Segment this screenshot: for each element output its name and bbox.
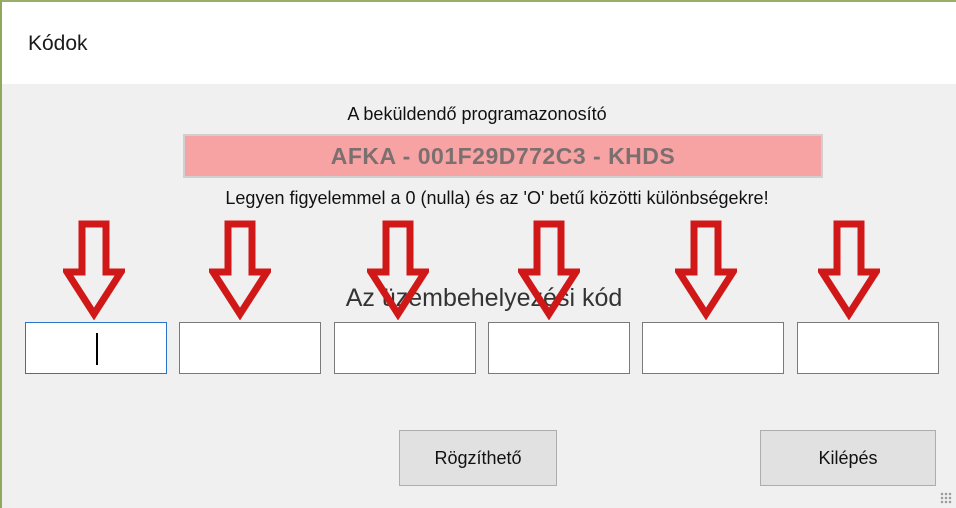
code-field-5[interactable] <box>642 322 784 374</box>
arrow-down-icon <box>818 220 880 320</box>
save-button[interactable]: Rögzíthető <box>399 430 557 486</box>
arrow-down-icon <box>675 220 737 320</box>
program-id-display: AFKA - 001F29D772C3 - KHDS <box>183 134 823 178</box>
window-title: Kódok <box>28 32 88 55</box>
text-caret <box>96 333 98 365</box>
program-id-heading: A beküldendő programazonosító <box>347 104 607 124</box>
arrow-down-icon <box>518 220 580 320</box>
title-bar[interactable]: Kódok <box>2 2 956 84</box>
exit-button[interactable]: Kilépés <box>760 430 936 486</box>
installation-code-label: Az üzembehelyezési kód <box>345 284 623 312</box>
warning-text: Legyen figyelemmel a 0 (nulla) és az 'O'… <box>225 188 769 208</box>
code-field-2[interactable] <box>179 322 321 374</box>
code-field-3[interactable] <box>334 322 476 374</box>
code-field-6[interactable] <box>797 322 939 374</box>
resize-grip-icon[interactable] <box>940 492 952 504</box>
arrow-down-icon <box>367 220 429 320</box>
code-field-4[interactable] <box>488 322 630 374</box>
